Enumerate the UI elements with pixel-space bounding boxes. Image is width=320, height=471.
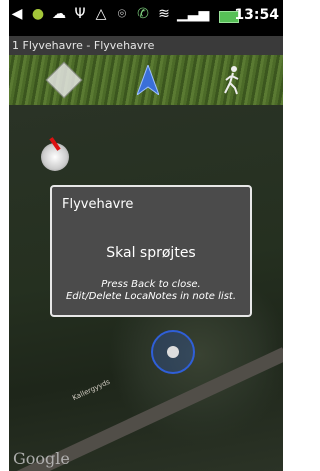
road-label: Kallergyyds bbox=[71, 377, 112, 403]
current-location-marker bbox=[151, 330, 195, 374]
location-pin-icon: ⌾ bbox=[117, 6, 127, 22]
dialog-hint-line: Edit/Delete LocaNotes in note list. bbox=[65, 291, 236, 302]
compass-needle bbox=[49, 137, 61, 151]
phone-screen: ◀ ● ☁ Ψ △ ⌾ ✆ ≋ ▁▃▅ 13:54 1 Flyvehavre -… bbox=[9, 0, 283, 471]
signal-icon: ▁▃▅ bbox=[177, 6, 210, 22]
navigation-arrow-icon bbox=[137, 65, 159, 95]
wifi-icon: ≋ bbox=[158, 6, 170, 22]
title-bar: 1 Flyvehavre - Flyvehavre bbox=[9, 36, 283, 55]
warning-icon: △ bbox=[95, 6, 107, 22]
toolbar bbox=[9, 55, 283, 105]
directions-button[interactable] bbox=[45, 61, 83, 99]
walking-person-icon bbox=[224, 66, 239, 95]
back-arrow-icon: ◀ bbox=[11, 6, 23, 22]
sync-icon: ☁ bbox=[52, 6, 66, 22]
status-bar: ◀ ● ☁ Ψ △ ⌾ ✆ ≋ ▁▃▅ 13:54 bbox=[9, 0, 283, 36]
dialog-note-text: Skal sprøjtes bbox=[106, 245, 196, 261]
dialog-title: Flyvehavre bbox=[62, 197, 134, 212]
compass-icon[interactable] bbox=[41, 137, 69, 171]
status-icons: ◀ ● ☁ Ψ △ ⌾ ✆ ≋ ▁▃▅ bbox=[9, 6, 210, 22]
usb-icon: Ψ bbox=[74, 6, 86, 22]
android-icon: ● bbox=[31, 6, 45, 22]
directions-icon bbox=[45, 61, 83, 99]
note-dialog[interactable]: Flyvehavre Skal sprøjtes Press Back to c… bbox=[50, 185, 252, 317]
phone-icon: ✆ bbox=[137, 6, 149, 22]
status-time: 13:54 bbox=[234, 7, 279, 23]
navigation-button[interactable] bbox=[131, 63, 165, 97]
dialog-hint: Press Back to close. Edit/Delete LocaNot… bbox=[52, 279, 250, 303]
dialog-hint-line: Press Back to close. bbox=[101, 279, 201, 290]
google-logo: Google bbox=[13, 449, 70, 468]
walking-button[interactable] bbox=[215, 63, 249, 97]
